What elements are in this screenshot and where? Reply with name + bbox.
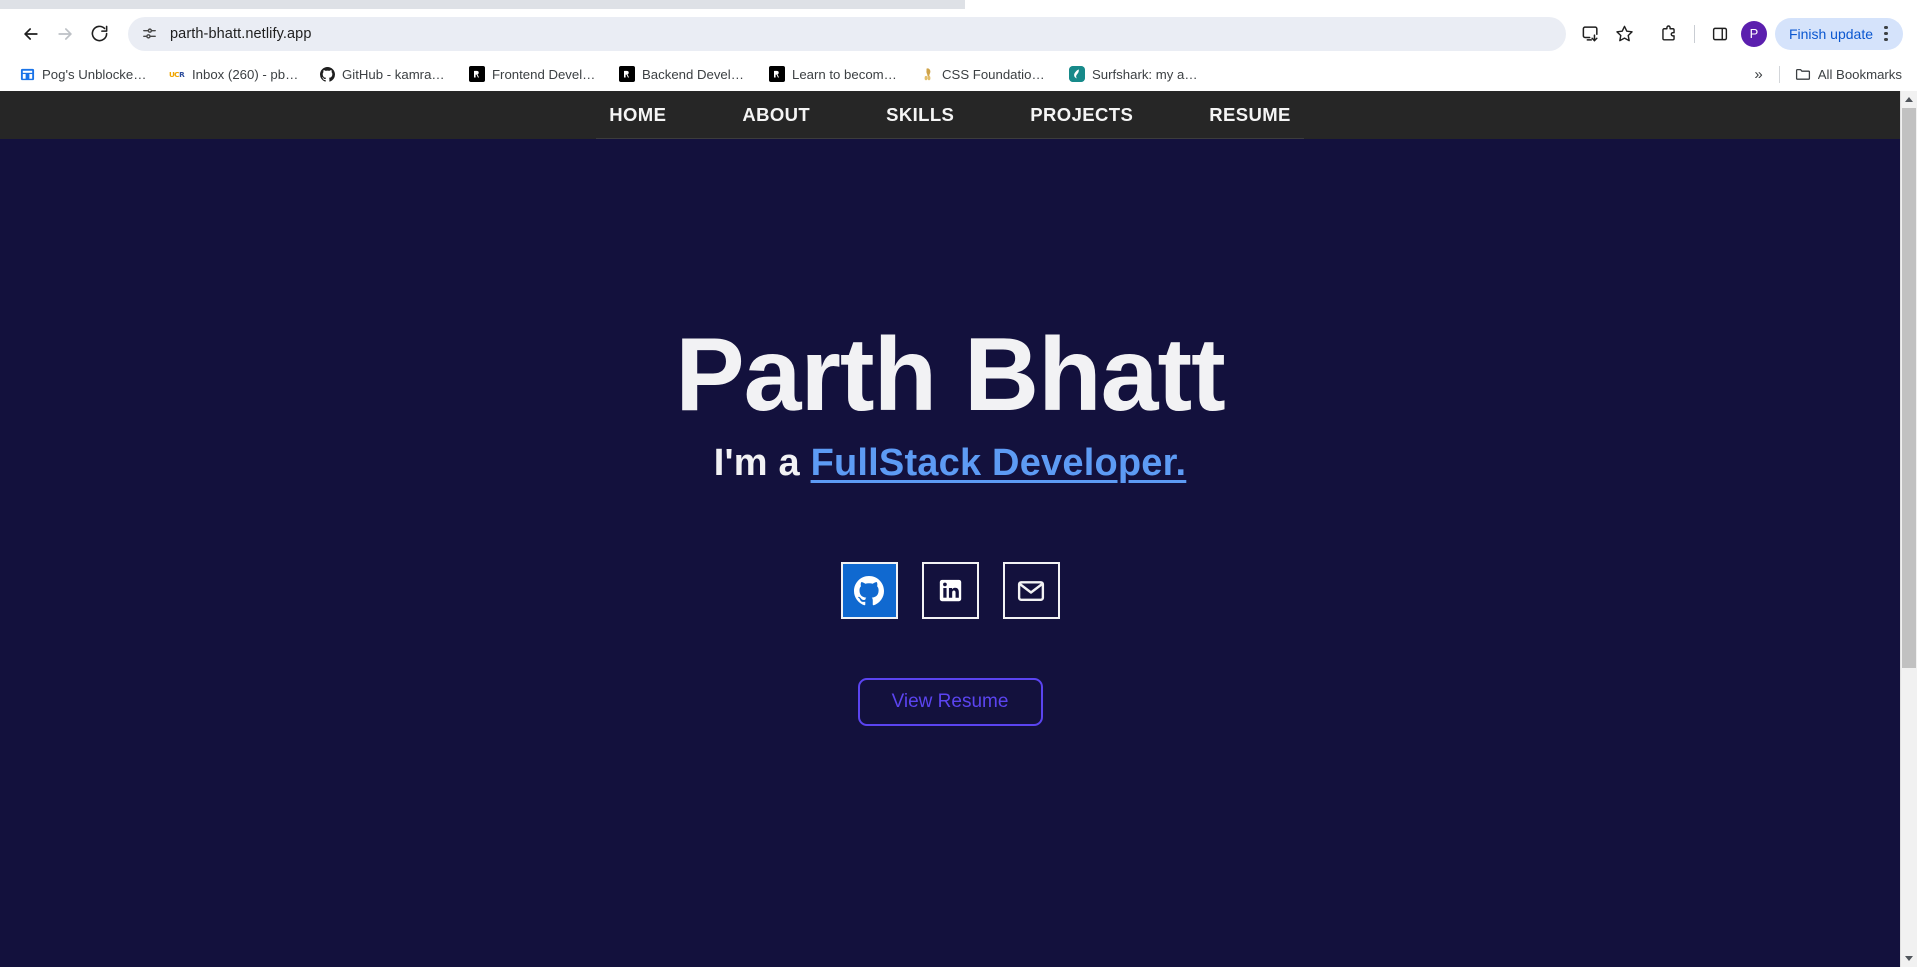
chrome-menu-icon[interactable] bbox=[1875, 21, 1897, 47]
svg-text:R: R bbox=[179, 70, 185, 79]
nav-item-projects[interactable]: PROJECTS bbox=[992, 91, 1171, 139]
roadmap-favicon bbox=[769, 66, 785, 82]
hero-tagline: I'm a FullStack Developer. bbox=[714, 442, 1187, 485]
pog-favicon bbox=[19, 66, 35, 82]
roadmap-favicon bbox=[469, 66, 485, 82]
bookmark-label: Pog's Unblocked Ga... bbox=[42, 66, 151, 82]
social-link-github[interactable] bbox=[840, 562, 898, 620]
folder-icon bbox=[1795, 66, 1811, 82]
nav-item-resume[interactable]: RESUME bbox=[1171, 91, 1329, 139]
install-app-icon[interactable] bbox=[1574, 17, 1608, 51]
site-settings-icon[interactable] bbox=[136, 21, 162, 47]
bookmarks-bar: Pog's Unblocked Ga... UCR Inbox (260) - … bbox=[0, 58, 1917, 91]
bookmark-item[interactable]: Surfshark: my accou... bbox=[1060, 61, 1210, 87]
bookmark-label: Surfshark: my accou... bbox=[1092, 66, 1201, 82]
nav-item-home[interactable]: HOME bbox=[571, 91, 704, 139]
toolbar-actions: P Finish update bbox=[1574, 17, 1903, 51]
scroll-down-button[interactable] bbox=[1901, 950, 1917, 967]
odin-favicon bbox=[919, 66, 935, 82]
social-link-email[interactable] bbox=[1002, 562, 1060, 620]
extensions-icon[interactable] bbox=[1652, 17, 1686, 51]
tab-strip bbox=[0, 0, 1917, 9]
bookmark-label: Frontend Developer... bbox=[492, 66, 601, 82]
tagline-prefix: I'm a bbox=[713, 442, 811, 485]
back-button[interactable] bbox=[14, 17, 48, 51]
browser-toolbar: parth-bhatt.netlify.app P Finish update bbox=[0, 9, 1917, 58]
bookmarks-divider bbox=[1778, 65, 1780, 83]
social-links bbox=[840, 562, 1060, 620]
page-scrollbar[interactable] bbox=[1900, 91, 1917, 967]
forward-button[interactable] bbox=[48, 17, 82, 51]
nav-item-skills[interactable]: SKILLS bbox=[848, 91, 992, 139]
bookmark-item[interactable]: Learn to become a... bbox=[760, 61, 910, 87]
tab-strip-background bbox=[0, 0, 965, 9]
scrollbar-thumb[interactable] bbox=[1902, 108, 1916, 668]
toolbar-divider bbox=[1693, 24, 1695, 43]
view-resume-button[interactable]: View Resume bbox=[857, 678, 1043, 727]
bookmark-item[interactable]: Frontend Developer... bbox=[460, 61, 610, 87]
bookmark-label: Inbox (260) - pbhat... bbox=[192, 66, 301, 82]
ucr-favicon: UCR bbox=[169, 66, 185, 82]
bookmarks-overflow-icon[interactable]: » bbox=[1744, 66, 1772, 83]
hero-section: Parth Bhatt I'm a FullStack Developer. V… bbox=[0, 139, 1900, 727]
bookmark-item[interactable]: Pog's Unblocked Ga... bbox=[10, 61, 160, 87]
side-panel-icon[interactable] bbox=[1703, 17, 1737, 51]
bookmark-item[interactable]: GitHub - kamranah... bbox=[310, 61, 460, 87]
scrollbar-track[interactable] bbox=[1901, 108, 1917, 950]
bookmark-label: GitHub - kamranah... bbox=[342, 66, 451, 82]
site-nav-items: HOME ABOUT SKILLS PROJECTS RESUME bbox=[571, 91, 1329, 139]
chevron-up-icon bbox=[1905, 97, 1913, 102]
finish-update-button[interactable]: Finish update bbox=[1774, 17, 1903, 50]
site-navigation: HOME ABOUT SKILLS PROJECTS RESUME bbox=[0, 91, 1900, 139]
nav-underline bbox=[596, 138, 1304, 139]
url-text[interactable]: parth-bhatt.netlify.app bbox=[170, 26, 311, 42]
all-bookmarks-button[interactable]: All Bookmarks bbox=[1786, 61, 1911, 87]
nav-item-about[interactable]: ABOUT bbox=[704, 91, 848, 139]
surfshark-favicon bbox=[1069, 66, 1085, 82]
address-bar[interactable]: parth-bhatt.netlify.app bbox=[128, 16, 1566, 51]
page-viewport: HOME ABOUT SKILLS PROJECTS RESUME Parth … bbox=[0, 91, 1917, 967]
tagline-link[interactable]: FullStack Developer. bbox=[811, 442, 1187, 484]
finish-update-label: Finish update bbox=[1788, 25, 1873, 42]
reload-button[interactable] bbox=[82, 17, 116, 51]
profile-avatar[interactable]: P bbox=[1740, 20, 1767, 47]
chevron-down-icon bbox=[1905, 956, 1913, 961]
github-favicon bbox=[319, 66, 335, 82]
page-title: Parth Bhatt bbox=[675, 317, 1225, 433]
bookmark-item[interactable]: Backend Developer... bbox=[610, 61, 760, 87]
roadmap-favicon bbox=[619, 66, 635, 82]
browser-window: parth-bhatt.netlify.app P Finish update … bbox=[0, 0, 1917, 967]
bookmark-label: Backend Developer... bbox=[642, 66, 751, 82]
bookmark-label: Learn to become a... bbox=[792, 66, 901, 82]
portfolio-page: HOME ABOUT SKILLS PROJECTS RESUME Parth … bbox=[0, 91, 1900, 967]
social-link-linkedin[interactable] bbox=[921, 562, 979, 620]
scroll-up-button[interactable] bbox=[1901, 91, 1917, 108]
active-tab[interactable] bbox=[965, 0, 1917, 9]
bookmark-star-icon[interactable] bbox=[1608, 17, 1642, 51]
bookmark-label: CSS Foundations | T... bbox=[942, 66, 1051, 82]
bookmark-item[interactable]: CSS Foundations | T... bbox=[910, 61, 1060, 87]
bookmark-item[interactable]: UCR Inbox (260) - pbhat... bbox=[160, 61, 310, 87]
all-bookmarks-label: All Bookmarks bbox=[1817, 66, 1902, 82]
